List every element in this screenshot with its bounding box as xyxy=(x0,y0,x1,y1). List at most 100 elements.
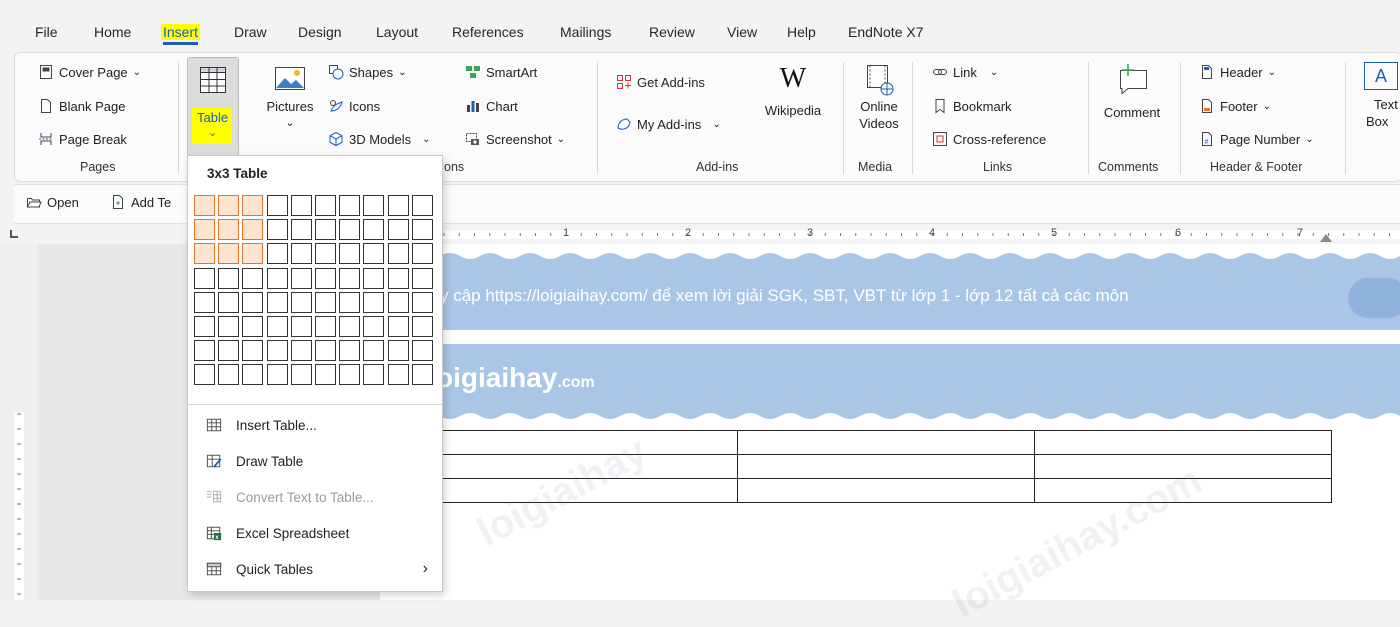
tab-draw[interactable]: Draw xyxy=(234,24,267,40)
grid-cell[interactable] xyxy=(387,340,409,362)
grid-cell[interactable] xyxy=(218,267,240,289)
convert-text-item[interactable]: Convert Text to Table... xyxy=(188,479,442,515)
tab-review[interactable]: Review xyxy=(649,24,695,40)
grid-cell[interactable] xyxy=(339,340,361,362)
comment-button[interactable]: Comment xyxy=(1094,62,1170,121)
grid-cell[interactable] xyxy=(242,340,264,362)
bookmark-button[interactable]: Bookmark xyxy=(932,98,1012,114)
grid-cell[interactable] xyxy=(363,219,385,241)
grid-cell[interactable] xyxy=(290,340,312,362)
grid-cell[interactable] xyxy=(290,243,312,265)
grid-cell[interactable] xyxy=(290,364,312,386)
grid-cell[interactable] xyxy=(315,364,336,386)
grid-cell[interactable] xyxy=(218,219,240,241)
grid-cell[interactable] xyxy=(242,195,264,216)
grid-cell[interactable] xyxy=(290,291,312,313)
grid-cell[interactable] xyxy=(194,195,215,216)
grid-cell[interactable] xyxy=(339,243,361,265)
table-cell[interactable] xyxy=(1034,430,1332,455)
grid-cell[interactable] xyxy=(411,219,433,241)
insert-table-item[interactable]: Insert Table... xyxy=(188,407,442,443)
grid-cell[interactable] xyxy=(363,291,385,313)
grid-cell[interactable] xyxy=(315,219,336,241)
grid-cell[interactable] xyxy=(315,316,336,337)
grid-cell[interactable] xyxy=(411,195,433,216)
grid-cell[interactable] xyxy=(315,195,336,216)
tab-file[interactable]: File xyxy=(35,24,58,40)
grid-cell[interactable] xyxy=(315,267,336,289)
cross-reference-button[interactable]: Cross-reference xyxy=(932,131,1046,147)
smartart-button[interactable]: SmartArt xyxy=(465,64,537,80)
tab-home[interactable]: Home xyxy=(94,24,131,40)
grid-cell[interactable] xyxy=(266,219,288,241)
table-size-grid[interactable] xyxy=(194,195,436,391)
shapes-button[interactable]: Shapes ⌄ xyxy=(328,64,406,80)
grid-cell[interactable] xyxy=(315,340,336,362)
table-cell[interactable] xyxy=(737,478,1035,503)
grid-cell[interactable] xyxy=(242,316,264,337)
grid-cell[interactable] xyxy=(194,364,215,386)
wikipedia-button[interactable]: W Wikipedia xyxy=(752,62,834,119)
grid-cell[interactable] xyxy=(218,364,240,386)
grid-cell[interactable] xyxy=(387,316,409,337)
add-text-button[interactable]: Add Te xyxy=(110,194,171,210)
page-break-button[interactable]: Page Break xyxy=(38,131,127,147)
grid-cell[interactable] xyxy=(242,267,264,289)
grid-cell[interactable] xyxy=(218,243,240,265)
grid-cell[interactable] xyxy=(218,195,240,216)
grid-cell[interactable] xyxy=(411,340,433,362)
grid-cell[interactable] xyxy=(218,291,240,313)
tab-design[interactable]: Design xyxy=(298,24,342,40)
grid-cell[interactable] xyxy=(242,291,264,313)
grid-cell[interactable] xyxy=(290,219,312,241)
excel-spreadsheet-item[interactable]: x Excel Spreadsheet xyxy=(188,515,442,551)
grid-cell[interactable] xyxy=(242,219,264,241)
grid-cell[interactable] xyxy=(363,364,385,386)
grid-cell[interactable] xyxy=(194,340,215,362)
grid-cell[interactable] xyxy=(266,243,288,265)
grid-cell[interactable] xyxy=(411,267,433,289)
grid-cell[interactable] xyxy=(242,364,264,386)
tab-insert[interactable]: Insert xyxy=(161,24,201,45)
grid-cell[interactable] xyxy=(290,267,312,289)
grid-cell[interactable] xyxy=(194,291,215,313)
grid-cell[interactable] xyxy=(315,291,336,313)
grid-cell[interactable] xyxy=(266,291,288,313)
pictures-button[interactable]: Pictures ⌄ xyxy=(260,62,320,132)
grid-cell[interactable] xyxy=(315,243,336,265)
grid-cell[interactable] xyxy=(266,316,288,337)
grid-cell[interactable] xyxy=(387,291,409,313)
grid-cell[interactable] xyxy=(411,364,433,386)
grid-cell[interactable] xyxy=(339,291,361,313)
table-button[interactable]: Table ⌄ xyxy=(187,57,239,156)
grid-cell[interactable] xyxy=(194,316,215,337)
grid-cell[interactable] xyxy=(339,316,361,337)
online-videos-button[interactable]: Online Videos xyxy=(851,62,907,132)
grid-cell[interactable] xyxy=(387,364,409,386)
header-button[interactable]: Header ⌄ xyxy=(1199,64,1276,80)
grid-cell[interactable] xyxy=(363,243,385,265)
blank-page-button[interactable]: Blank Page xyxy=(38,98,126,114)
grid-cell[interactable] xyxy=(387,267,409,289)
3d-models-button[interactable]: 3D Models ⌄ xyxy=(328,131,431,147)
grid-cell[interactable] xyxy=(194,219,215,241)
tab-references[interactable]: References xyxy=(452,24,524,40)
tab-mailings[interactable]: Mailings xyxy=(560,24,611,40)
grid-cell[interactable] xyxy=(266,267,288,289)
text-box-button[interactable]: A Text Box xyxy=(1354,62,1400,130)
tab-help[interactable]: Help xyxy=(787,24,816,40)
footer-button[interactable]: Footer ⌄ xyxy=(1199,98,1271,114)
grid-cell[interactable] xyxy=(242,243,264,265)
grid-cell[interactable] xyxy=(290,195,312,216)
grid-cell[interactable] xyxy=(266,195,288,216)
grid-cell[interactable] xyxy=(339,195,361,216)
tab-view[interactable]: View xyxy=(727,24,757,40)
screenshot-button[interactable]: Screenshot ⌄ xyxy=(465,131,565,147)
grid-cell[interactable] xyxy=(411,291,433,313)
grid-cell[interactable] xyxy=(363,267,385,289)
grid-cell[interactable] xyxy=(387,219,409,241)
grid-cell[interactable] xyxy=(266,340,288,362)
tab-endnote[interactable]: EndNote X7 xyxy=(848,24,924,40)
table-cell[interactable] xyxy=(737,430,1035,455)
grid-cell[interactable] xyxy=(363,340,385,362)
